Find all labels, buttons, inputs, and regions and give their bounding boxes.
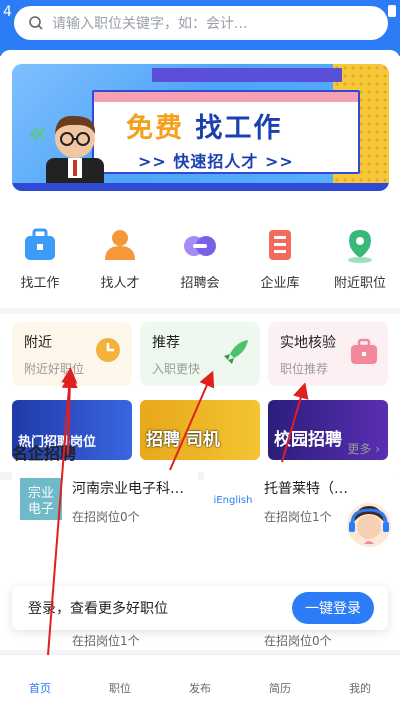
company-jobs: 在招岗位1个 xyxy=(264,510,332,524)
banner-title: 免费 找工作 xyxy=(126,106,282,145)
login-text: 登录，查看更多好职位 xyxy=(28,601,168,617)
clock-icon xyxy=(96,338,120,362)
main-content: « 免费 找工作 >> 快速招人才 >> 找工作 找人才 招聘会 企业库 附近职… xyxy=(0,50,400,650)
tab-resume[interactable]: 简历 xyxy=(240,655,320,710)
banner-purple-strip xyxy=(152,68,342,82)
tab-jobs[interactable]: 职位 xyxy=(80,655,160,710)
search-icon xyxy=(29,16,43,30)
top-bar: 4 请输入职位关键字，如：会计... xyxy=(0,0,400,56)
section-divider xyxy=(0,308,400,314)
person-illustration-icon xyxy=(46,115,104,191)
feature-nearby[interactable]: 附近 附近好职位 xyxy=(12,322,132,386)
battery-icon xyxy=(388,5,396,17)
company-jobs: 在招岗位1个 xyxy=(72,634,140,648)
more-link[interactable]: 更多 › xyxy=(347,440,380,457)
building-icon xyxy=(269,230,291,260)
quick-nav-label: 企业库 xyxy=(260,276,300,291)
company-card[interactable]: 宗业 电子 河南宗业电子科… 在招岗位0个 xyxy=(12,468,198,548)
search-placeholder: 请输入职位关键字，如：会计... xyxy=(52,16,248,32)
company-name: 托普莱特（… xyxy=(264,481,348,497)
promo-label: 校园招聘 xyxy=(274,430,342,450)
briefcase-icon xyxy=(25,228,55,260)
hero-banner[interactable]: « 免费 找工作 >> 快速招人才 >> xyxy=(12,64,389,191)
search-bar[interactable]: 请输入职位关键字，如：会计... xyxy=(14,6,388,40)
login-prompt: 登录，查看更多好职位 一键登录 xyxy=(12,586,388,630)
company-logo: iEnglish xyxy=(212,478,254,520)
tab-publish[interactable]: 发布 xyxy=(160,655,240,710)
quick-nav-label: 附近职位 xyxy=(333,276,386,291)
one-click-login-button[interactable]: 一键登录 xyxy=(292,592,374,624)
location-pin-icon xyxy=(348,230,372,263)
tab-label: 首页 xyxy=(29,682,51,695)
tab-label: 简历 xyxy=(269,682,291,695)
tab-label: 我的 xyxy=(349,682,371,695)
quick-nav-nearby-jobs[interactable]: 附近职位 xyxy=(320,226,400,298)
briefcase-icon xyxy=(351,338,377,364)
group-icon xyxy=(184,236,216,256)
banner-title-main: 找工作 xyxy=(195,113,283,144)
assistant-avatar-icon[interactable] xyxy=(346,500,392,550)
svg-text:宗业: 宗业 xyxy=(28,485,54,501)
banner-bottom-strip xyxy=(12,183,389,191)
quick-nav-job-fair[interactable]: 招聘会 xyxy=(160,226,240,298)
person-icon xyxy=(105,230,135,260)
quick-nav-find-job[interactable]: 找工作 xyxy=(0,226,80,298)
feature-cards: 附近 附近好职位 推荐 入职更快 实地核验 职位推荐 xyxy=(12,322,388,386)
svg-text:电子: 电子 xyxy=(28,502,54,517)
banner-subtitle: >> 快速招人才 >> xyxy=(138,152,294,171)
section-title: 名企招聘 xyxy=(12,444,77,463)
company-jobs: 在招岗位0个 xyxy=(264,634,332,648)
company-jobs: 在招岗位0个 xyxy=(72,510,140,524)
tab-label: 职位 xyxy=(109,682,131,695)
quick-nav-label: 招聘会 xyxy=(180,276,220,291)
feature-recommend[interactable]: 推荐 入职更快 xyxy=(140,322,260,386)
quick-nav: 找工作 找人才 招聘会 企业库 附近职位 xyxy=(0,226,400,298)
tab-profile[interactable]: 我的 xyxy=(320,655,400,710)
tab-label: 发布 xyxy=(189,682,211,695)
company-name: 河南宗业电子科… xyxy=(72,481,184,497)
company-info: 河南宗业电子科… 在招岗位0个 xyxy=(72,478,184,538)
company-info: 托普莱特（… 在招岗位1个 xyxy=(264,478,348,538)
promo-label: 招聘 司机 xyxy=(146,430,220,450)
tab-home[interactable]: 首页 xyxy=(0,655,80,710)
svg-text:iEnglish: iEnglish xyxy=(214,495,253,506)
banner-window: 免费 找工作 >> 快速招人才 >> xyxy=(92,90,360,174)
feature-verified[interactable]: 实地核验 职位推荐 xyxy=(268,322,388,386)
banner-title-highlight: 免费 xyxy=(126,113,184,144)
company-logo: 宗业电子 xyxy=(20,478,62,520)
quick-nav-label: 找人才 xyxy=(100,276,140,291)
banner-window-titlebar xyxy=(94,92,358,102)
quick-nav-label: 找工作 xyxy=(20,276,60,291)
quick-nav-company-library[interactable]: 企业库 xyxy=(240,226,320,298)
rocket-icon xyxy=(224,340,248,364)
bottom-tab-bar: 首页 职位 发布 简历 我的 xyxy=(0,654,400,710)
status-time: 4 xyxy=(3,4,12,20)
promo-driver-jobs[interactable]: 招聘 司机 xyxy=(140,400,260,460)
quick-nav-find-talent[interactable]: 找人才 xyxy=(80,226,160,298)
